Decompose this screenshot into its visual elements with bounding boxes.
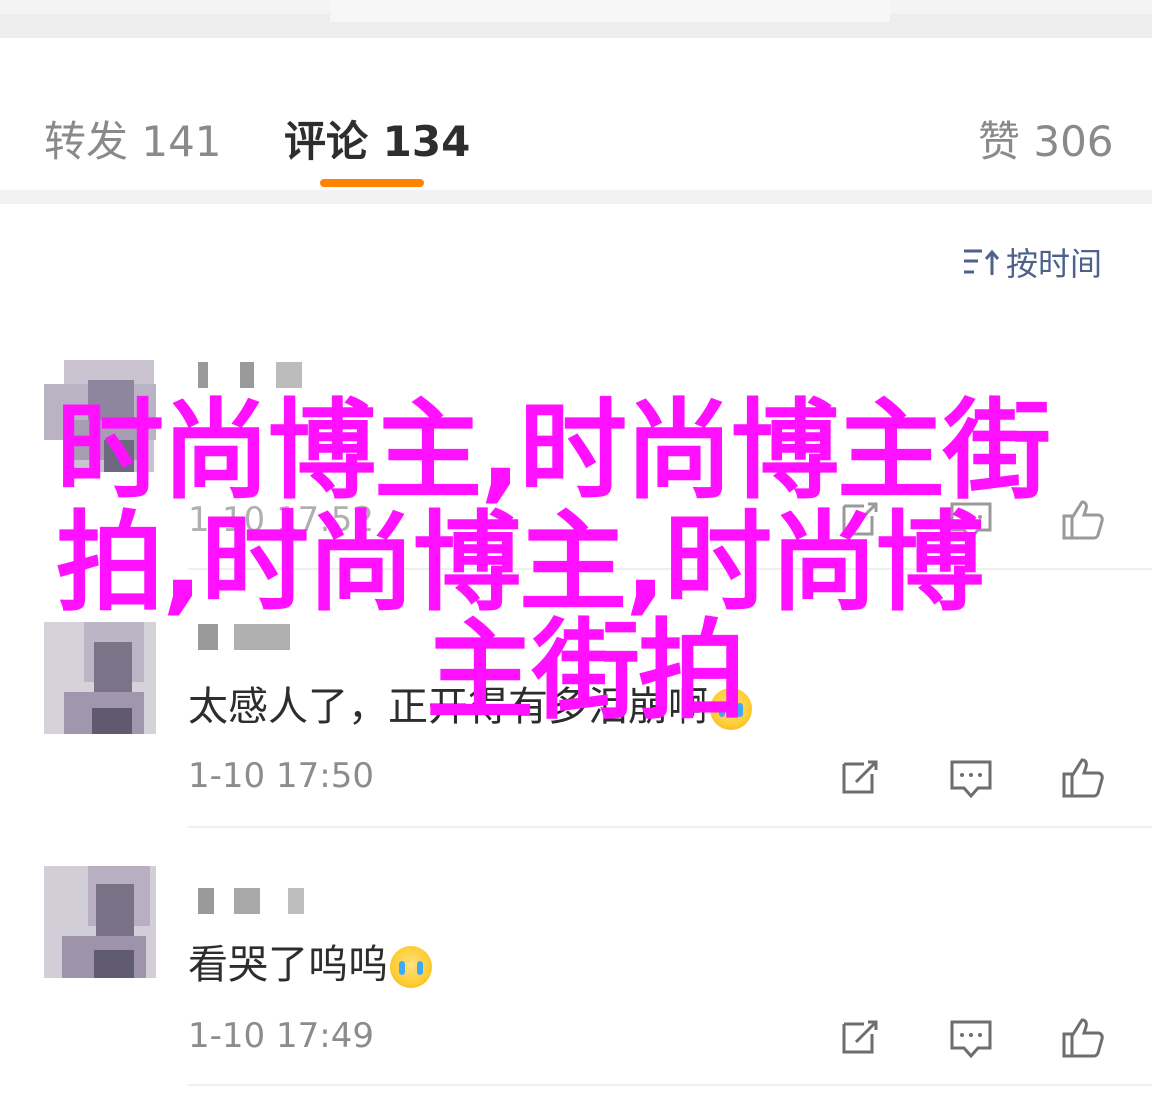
- reply-icon[interactable]: [946, 494, 996, 544]
- repost-icon[interactable]: [834, 752, 884, 802]
- comment-divider: [188, 1084, 1152, 1086]
- section-divider: [0, 190, 1152, 204]
- sort-label: 按时间: [1006, 245, 1103, 283]
- avatar[interactable]: [44, 360, 156, 472]
- reply-icon[interactable]: [946, 1012, 996, 1062]
- active-tab-indicator: [320, 179, 424, 187]
- repost-icon[interactable]: [834, 1012, 884, 1062]
- tab-bar: 转发 141 评论 134 赞 306: [0, 66, 1152, 198]
- overlay-line-1: 时尚博主,时尚博主街: [56, 389, 1051, 514]
- comment-divider: [188, 568, 1152, 570]
- tab-likes[interactable]: 赞 306: [978, 108, 1114, 169]
- comment-actions: [830, 752, 1120, 804]
- reply-icon[interactable]: [946, 752, 996, 802]
- tab-comments[interactable]: 评论 134: [284, 108, 470, 169]
- comment-actions: [830, 494, 1120, 546]
- like-icon[interactable]: [1058, 494, 1108, 544]
- comment-text: 太感人了，正开得有多泪崩啊: [188, 674, 752, 732]
- avatar[interactable]: [44, 866, 156, 978]
- top-notch: [330, 0, 890, 22]
- comment-time: 1-10 17:52: [188, 500, 374, 540]
- crying-emoji: [390, 946, 432, 988]
- sort-button[interactable]: 按时间: [962, 240, 1102, 284]
- tab-repost[interactable]: 转发 141: [44, 108, 222, 169]
- comment-divider: [188, 826, 1152, 828]
- comment-time: 1-10 17:50: [188, 756, 374, 796]
- sort-icon: [964, 249, 1000, 275]
- like-icon[interactable]: [1058, 1012, 1108, 1062]
- top-status-area: [0, 0, 1152, 38]
- comment-time: 1-10 17:49: [188, 1016, 374, 1056]
- repost-icon[interactable]: [834, 494, 884, 544]
- comment-text: 看哭了呜呜: [188, 932, 432, 990]
- crying-emoji: [710, 688, 752, 730]
- like-icon[interactable]: [1058, 752, 1108, 802]
- avatar[interactable]: [44, 622, 156, 734]
- comment-actions: [830, 1012, 1120, 1064]
